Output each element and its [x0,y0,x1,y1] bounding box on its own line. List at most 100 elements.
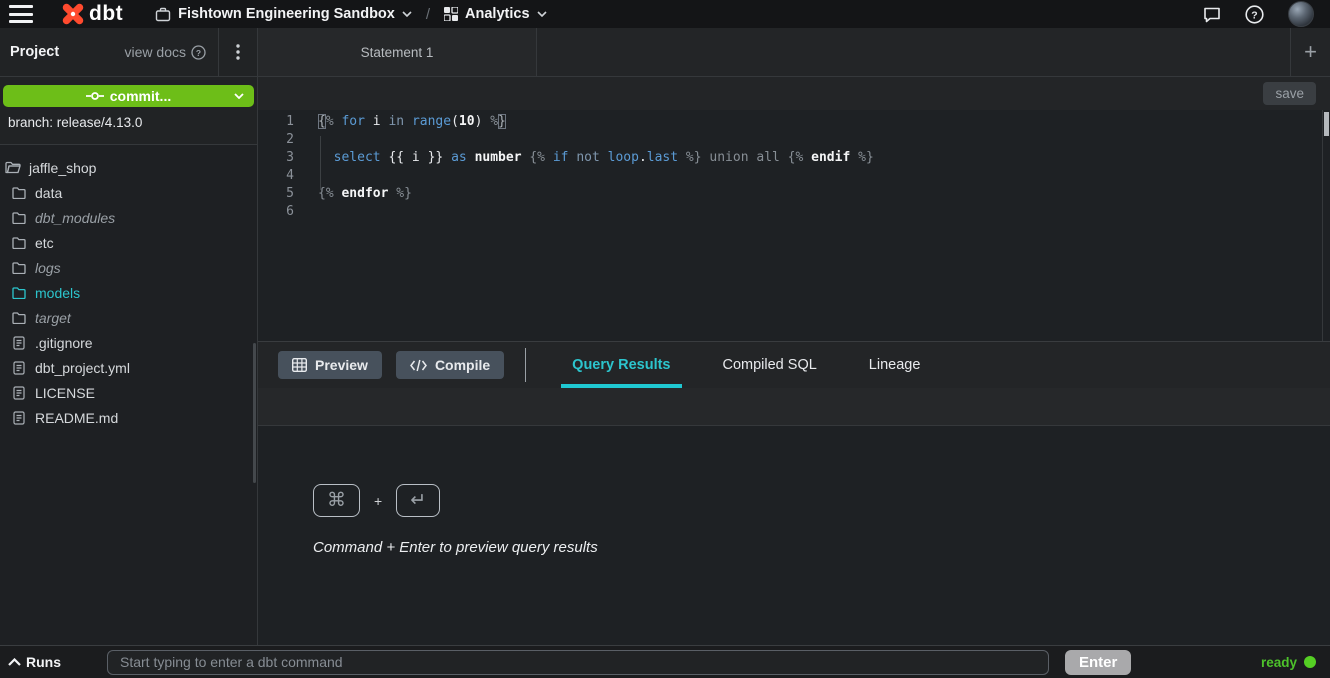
plus-icon: + [1304,39,1317,65]
tree-item-label: dbt_modules [35,210,115,226]
code-line-1[interactable]: 1 {% for i in range(10) %} [258,114,1330,132]
code-line-6[interactable]: 6 [258,204,1330,222]
tree-item-label: .gitignore [35,335,93,351]
line-number: 3 [258,150,294,168]
table-icon [292,358,307,372]
git-commit-icon [86,91,104,101]
plus-separator: + [374,493,382,509]
line-number: 2 [258,132,294,150]
tree-item-models[interactable]: models [0,280,257,305]
project-selector[interactable]: Fishtown Engineering Sandbox [155,6,412,22]
help-icon[interactable]: ? [1245,5,1264,24]
tab-statement-1[interactable]: Statement 1 [258,28,537,76]
empty-state-message: Command + Enter to preview query results [313,539,1330,556]
results-tab-lineage[interactable]: Lineage [858,342,932,388]
chevron-down-icon [234,93,244,99]
results-tab-query-results[interactable]: Query Results [561,342,681,388]
save-button[interactable]: save [1263,82,1316,105]
code-text: {% endfor %} [318,186,412,204]
tree-item-label: dbt_project.yml [35,360,130,376]
svg-text:?: ? [1251,9,1257,21]
folder-icon [11,287,27,299]
chevron-down-icon [402,11,412,17]
tree-item-etc[interactable]: etc [0,230,257,255]
dbt-logo: dbt [61,2,123,26]
editor-scrollbar-track [1322,110,1323,341]
tree-item-label: logs [35,260,61,276]
menu-icon[interactable] [9,5,33,23]
environment-selector[interactable]: Analytics [444,6,546,22]
runs-toggle[interactable]: Runs [8,654,61,670]
environment-selector-label: Analytics [465,6,529,22]
folder-icon [11,312,27,324]
enter-key-icon: ↵ [396,484,440,517]
enter-button[interactable]: Enter [1065,650,1131,675]
svg-text:?: ? [196,47,201,57]
tree-item-data[interactable]: data [0,180,257,205]
commit-button[interactable]: commit... [3,85,254,107]
view-docs-link[interactable]: view docs ? [125,44,218,60]
file-icon [11,386,27,400]
code-text: {% for i in range(10) %} [318,114,506,132]
tree-item-label: jaffle_shop [29,160,96,176]
status-dot-icon [1304,656,1316,668]
results-tab-label: Query Results [572,357,670,373]
tree-item-logs[interactable]: logs [0,255,257,280]
project-selector-label: Fishtown Engineering Sandbox [178,6,395,22]
results-tab-label: Compiled SQL [723,357,817,373]
chat-icon[interactable] [1203,6,1221,23]
status-label: ready [1261,655,1297,670]
top-bar: dbt Fishtown Engineering Sandbox / Analy… [0,0,1330,28]
tree-item-jaffle-shop[interactable]: jaffle_shop [0,155,257,180]
dbt-command-input[interactable] [107,650,1049,675]
divider [525,348,526,382]
tree-item-dbt-project-yml[interactable]: dbt_project.yml [0,355,257,380]
view-docs-label: view docs [125,44,186,60]
command-key-icon: ⌘ [313,484,360,517]
editor-scrollbar-thumb[interactable] [1324,112,1329,136]
file-icon [11,411,27,425]
file-icon [11,361,27,375]
editor-tab-bar: Statement 1 + [258,28,1330,77]
kebab-menu-icon[interactable] [219,28,257,76]
user-avatar[interactable] [1288,1,1314,27]
project-panel-title: Project [10,44,59,60]
branch-label: branch: release/4.13.0 [3,107,254,130]
file-icon [11,336,27,350]
sidebar-scrollbar[interactable] [253,343,256,483]
compile-button[interactable]: Compile [396,351,504,379]
folder-icon [11,262,27,274]
compile-button-label: Compile [435,357,490,373]
code-line-2[interactable]: 2 [258,132,1330,150]
code-line-3[interactable]: 3 select {{ i }} as number {% if not loo… [258,150,1330,168]
folder-icon [11,187,27,199]
line-number: 1 [258,114,294,132]
code-icon [410,359,427,372]
code-editor[interactable]: 1 {% for i in range(10) %} 23 select {{ i … [258,110,1330,341]
tree-item-label: models [35,285,80,301]
tree-item-target[interactable]: target [0,305,257,330]
file-tree: jaffle_shopdata dbt_modulesetc logs models t… [0,145,257,430]
tree-item-label: etc [35,235,54,251]
tree-item--gitignore[interactable]: .gitignore [0,330,257,355]
folder-icon [11,212,27,224]
grid-icon [444,7,458,21]
commit-button-label: commit... [110,88,171,104]
breadcrumb-separator: / [426,6,430,23]
tree-item-license[interactable]: LICENSE [0,380,257,405]
new-tab-button[interactable]: + [1290,28,1330,76]
line-number: 6 [258,204,294,222]
tree-item-label: LICENSE [35,385,95,401]
code-line-4[interactable]: 4 [258,168,1330,186]
tree-item-dbt-modules[interactable]: dbt_modules [0,205,257,230]
tree-item-readme-md[interactable]: README.md [0,405,257,430]
dbt-logo-icon [61,2,85,26]
indent-guide [320,136,321,190]
tree-item-label: README.md [35,410,118,426]
chevron-down-icon [537,11,547,17]
tree-item-label: target [35,310,71,326]
preview-button[interactable]: Preview [278,351,382,379]
code-line-5[interactable]: 5 {% endfor %} [258,186,1330,204]
line-number: 5 [258,186,294,204]
results-tab-compiled-sql[interactable]: Compiled SQL [712,342,828,388]
